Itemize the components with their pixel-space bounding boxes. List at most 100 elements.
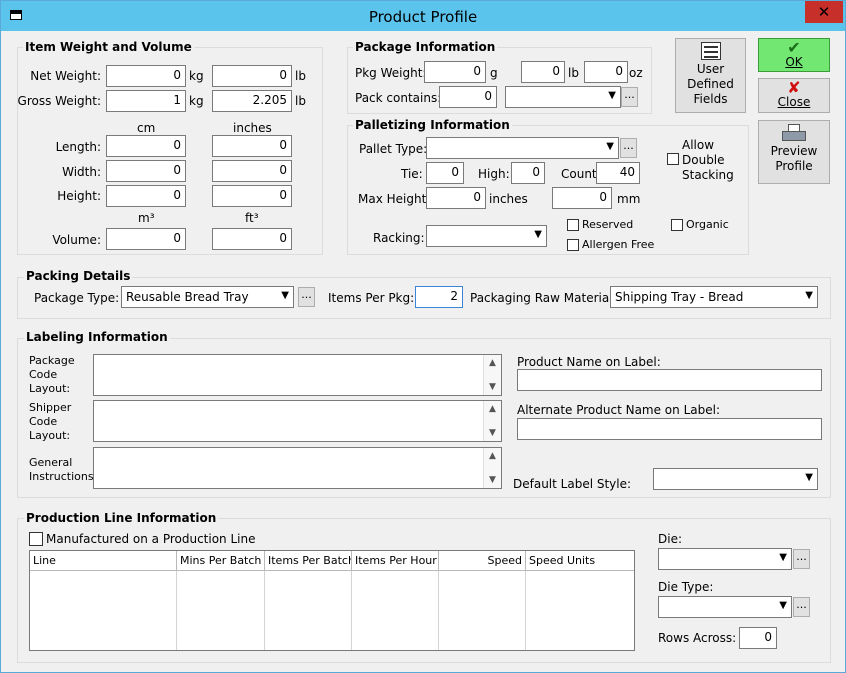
allow-double-stacking-checkbox[interactable]	[667, 153, 679, 165]
pkg-weight-label: Pkg Weight:	[355, 66, 427, 80]
reserved-label: Reserved	[582, 218, 634, 231]
title-bar[interactable]: Product Profile ✕	[1, 1, 845, 31]
pkg-weight-oz-input[interactable]: 0	[584, 61, 628, 83]
grid-fields-icon	[700, 42, 721, 60]
package-code-layout-textarea[interactable]: ▲ ▼	[93, 354, 502, 396]
lb-unit: lb	[295, 94, 306, 108]
inches-unit: inches	[489, 192, 528, 206]
ok-button[interactable]: ✔ OK	[758, 38, 830, 72]
chevron-down-icon: ▼	[281, 290, 289, 301]
col-header-line[interactable]: Line	[30, 551, 177, 571]
height-cm-input[interactable]: 0	[106, 185, 186, 207]
chevron-down-icon: ▼	[779, 600, 787, 611]
organic-checkbox[interactable]	[671, 219, 683, 231]
column-divider	[438, 571, 439, 650]
max-height-mm-input[interactable]: 0	[552, 187, 612, 209]
length-in-input[interactable]: 0	[212, 135, 292, 157]
net-weight-label: Net Weight:	[30, 69, 101, 83]
height-in-input[interactable]: 0	[212, 185, 292, 207]
col-header-items-per-hour[interactable]: Items Per Hour	[352, 551, 439, 571]
scrollbar[interactable]: ▲ ▼	[483, 448, 501, 488]
package-info-title: Package Information	[353, 40, 498, 54]
alternate-product-name-label: Alternate Product Name on Label:	[517, 403, 720, 417]
product-name-input[interactable]	[517, 369, 822, 391]
window-close-button[interactable]: ✕	[805, 1, 843, 23]
preview-profile-button[interactable]: Preview Profile	[758, 120, 830, 184]
package-type-value: Reusable Bread Tray	[126, 290, 249, 304]
scroll-up-icon: ▲	[489, 358, 496, 368]
scroll-down-icon: ▼	[489, 382, 496, 392]
organic-label: Organic	[686, 218, 729, 231]
packaging-raw-material-value: Shipping Tray - Bread	[615, 290, 744, 304]
default-label-style-select[interactable]: ▼	[653, 468, 818, 490]
preview-profile-label: Preview Profile	[770, 144, 818, 173]
die-select[interactable]: ▼	[658, 548, 792, 570]
user-defined-fields-button[interactable]: User Defined Fields	[675, 38, 746, 113]
alternate-product-name-input[interactable]	[517, 418, 822, 440]
shipper-code-layout-label: Shipper Code Layout:	[29, 401, 72, 442]
cm-label: cm	[137, 121, 156, 135]
net-weight-kg-input[interactable]: 0	[106, 65, 186, 87]
shipper-code-layout-textarea[interactable]: ▲ ▼	[93, 400, 502, 442]
col-header-items-per-batch[interactable]: Items Per Batch	[265, 551, 352, 571]
die-type-browse-button[interactable]: ...	[793, 597, 810, 617]
rows-across-input[interactable]: 0	[739, 627, 777, 649]
lb-unit: lb	[295, 69, 306, 83]
gross-weight-lb-input[interactable]: 2.205	[212, 90, 292, 112]
pack-contains-input[interactable]: 0	[439, 86, 497, 108]
high-input[interactable]: 0	[511, 162, 545, 184]
scrollbar[interactable]: ▲ ▼	[483, 355, 501, 395]
height-label: Height:	[57, 189, 101, 203]
palletizing-info-title: Palletizing Information	[353, 118, 512, 132]
ft3-label: ft³	[245, 211, 259, 225]
pkg-weight-g-input[interactable]: 0	[424, 61, 486, 83]
pallet-type-select[interactable]: ▼	[426, 137, 619, 159]
col-header-speed-units[interactable]: Speed Units	[526, 551, 634, 571]
max-height-label: Max Height:	[358, 192, 431, 206]
pallet-type-browse-button[interactable]: ...	[620, 138, 637, 158]
pkg-weight-lb-input[interactable]: 0	[521, 61, 565, 83]
length-cm-input[interactable]: 0	[106, 135, 186, 157]
reserved-checkbox[interactable]	[567, 219, 579, 231]
close-x-icon: ✕	[817, 3, 831, 21]
scrollbar[interactable]: ▲ ▼	[483, 401, 501, 441]
width-cm-input[interactable]: 0	[106, 160, 186, 182]
racking-label: Racking:	[373, 231, 425, 245]
width-in-input[interactable]: 0	[212, 160, 292, 182]
gross-weight-label: Gross Weight:	[17, 94, 101, 108]
items-per-pkg-input[interactable]: 2	[415, 286, 463, 308]
pack-contains-select[interactable]: ▼	[505, 86, 621, 108]
item-weight-volume-title: Item Weight and Volume	[23, 40, 194, 54]
package-type-browse-button[interactable]: ...	[298, 287, 315, 307]
racking-select[interactable]: ▼	[426, 225, 547, 247]
manufactured-on-line-checkbox[interactable]	[29, 532, 43, 546]
packing-details-title: Packing Details	[24, 269, 133, 283]
col-header-mins-per-batch[interactable]: Mins Per Batch	[177, 551, 265, 571]
package-type-select[interactable]: Reusable Bread Tray ▼	[121, 286, 294, 308]
net-weight-lb-input[interactable]: 0	[212, 65, 292, 87]
packaging-raw-material-select[interactable]: Shipping Tray - Bread ▼	[610, 286, 818, 308]
volume-m3-input[interactable]: 0	[106, 228, 186, 250]
oz-unit: oz	[629, 66, 643, 80]
col-header-speed[interactable]: Speed	[439, 551, 526, 571]
allergen-free-checkbox[interactable]	[567, 239, 579, 251]
chevron-down-icon: ▼	[805, 472, 813, 483]
die-browse-button[interactable]: ...	[793, 549, 810, 569]
g-unit: g	[490, 66, 498, 80]
volume-ft3-input[interactable]: 0	[212, 228, 292, 250]
package-code-layout-label: Package Code Layout:	[29, 354, 75, 395]
column-divider	[176, 571, 177, 650]
tie-input[interactable]: 0	[426, 162, 464, 184]
max-height-inches-input[interactable]: 0	[426, 187, 486, 209]
red-x-icon: ✘	[787, 78, 801, 97]
die-type-select[interactable]: ▼	[658, 596, 792, 618]
dialog-body: Item Weight and Volume Net Weight: 0 kg …	[9, 31, 839, 666]
length-label: Length:	[55, 140, 101, 154]
chevron-down-icon: ▼	[779, 552, 787, 563]
count-input[interactable]: 40	[596, 162, 640, 184]
pack-contains-browse-button[interactable]: ...	[621, 87, 638, 107]
general-instructions-textarea[interactable]: ▲ ▼	[93, 447, 502, 489]
gross-weight-kg-input[interactable]: 1	[106, 90, 186, 112]
close-button[interactable]: ✘ Close	[758, 78, 830, 113]
production-line-table[interactable]: Line Mins Per Batch Items Per Batch Item…	[29, 550, 635, 651]
